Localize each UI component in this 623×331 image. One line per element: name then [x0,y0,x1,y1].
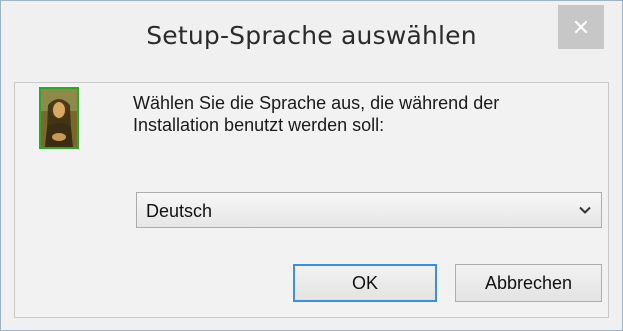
close-icon [574,20,588,34]
setup-language-dialog: Setup-Sprache auswählen Wählen Sie die S… [0,0,623,331]
dialog-content: Wählen Sie die Sprache aus, die während … [14,82,609,318]
ok-button[interactable]: OK [293,264,437,302]
chevron-down-icon [579,206,591,214]
language-prompt: Wählen Sie die Sprache aus, die während … [133,92,553,136]
selected-language: Deutsch [146,201,213,221]
mona-lisa-icon [39,87,79,149]
prompt-line-2: Installation benutzt werden soll: [133,115,385,135]
title-bar: Setup-Sprache auswählen [1,1,622,81]
language-dropdown[interactable]: Deutsch [136,192,602,228]
dialog-title: Setup-Sprache auswählen [146,21,477,50]
close-button[interactable] [558,5,604,49]
cancel-button[interactable]: Abbrechen [455,264,602,302]
prompt-line-1: Wählen Sie die Sprache aus, die während … [133,93,500,113]
